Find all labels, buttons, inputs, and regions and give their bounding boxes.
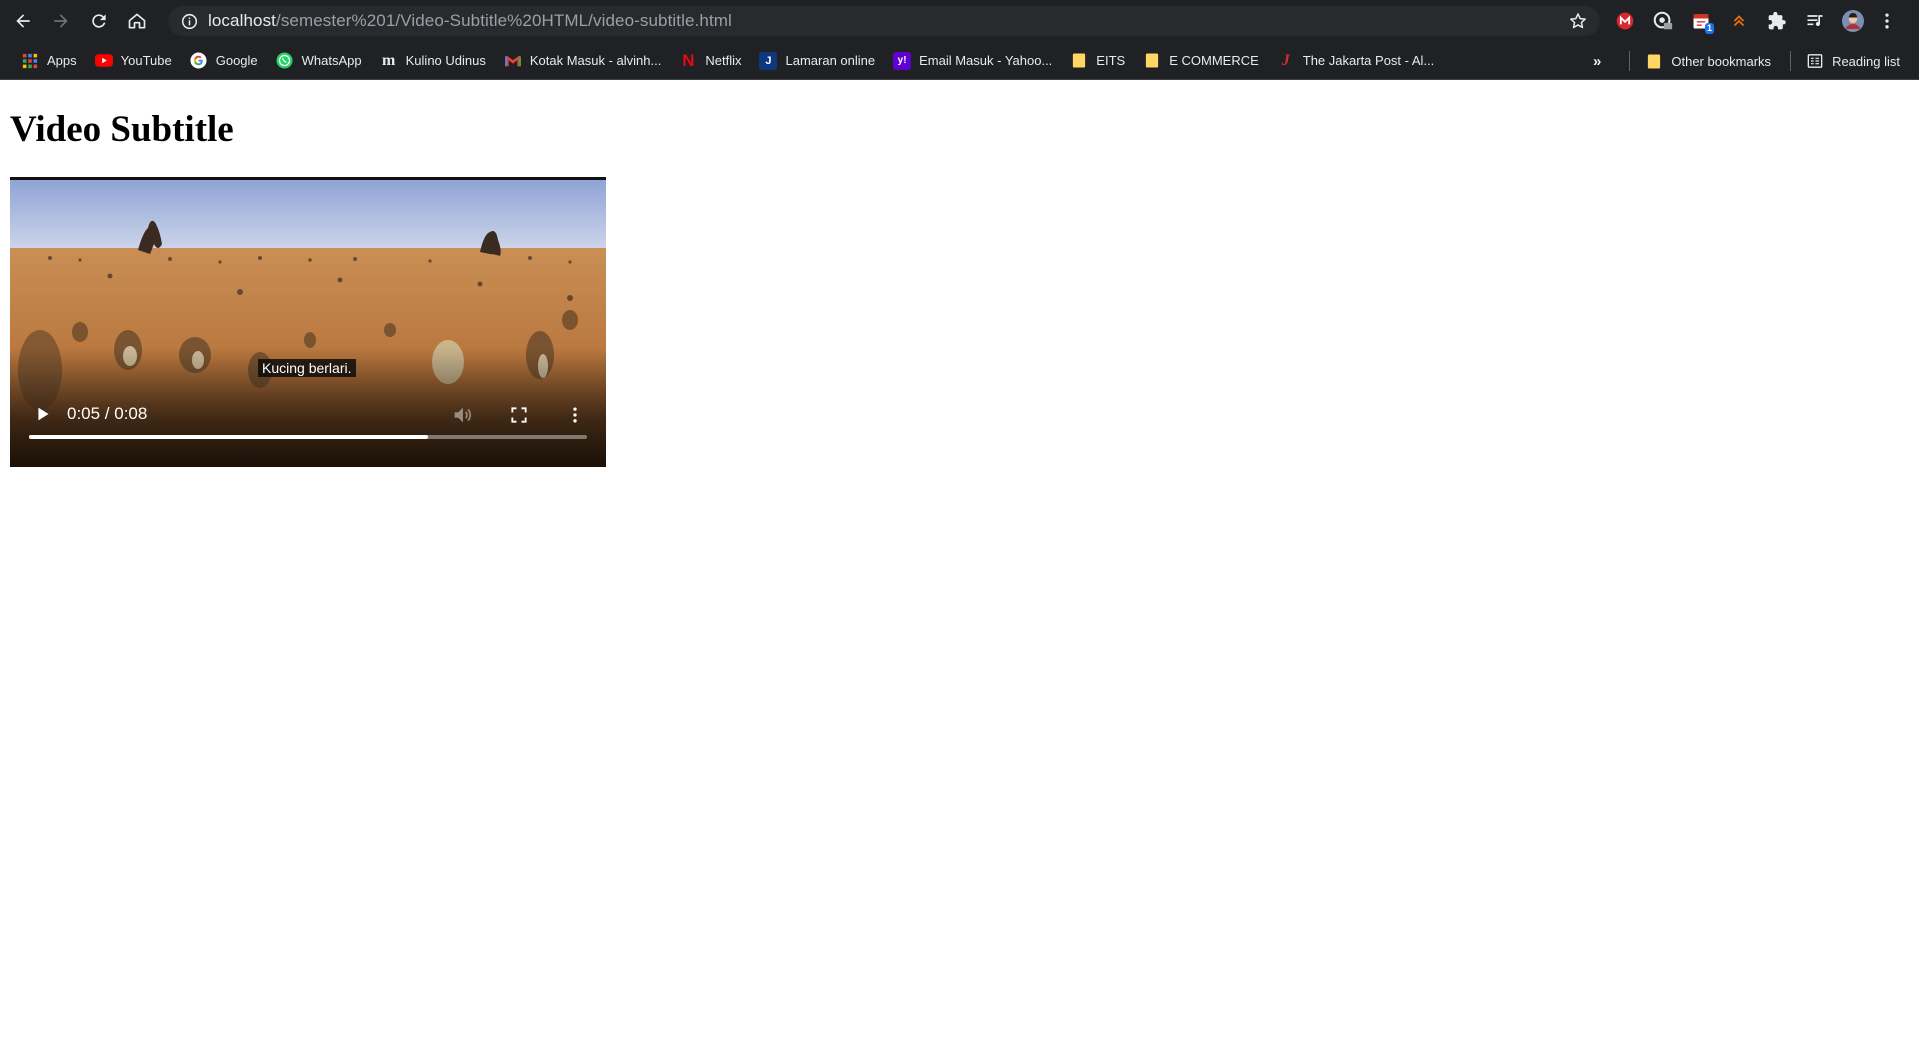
jakarta-post-icon: J xyxy=(1281,51,1290,69)
bookmark-lamaran[interactable]: J Lamaran online xyxy=(752,47,882,75)
mega-extension-icon[interactable] xyxy=(1610,6,1640,36)
bookmark-label: The Jakarta Post - Al... xyxy=(1302,53,1435,68)
page-title: Video Subtitle xyxy=(10,109,234,150)
bookmark-label: Email Masuk - Yahoo... xyxy=(919,53,1053,68)
media-controls-icon[interactable] xyxy=(1800,6,1830,36)
browser-toolbar: localhost/semester%201/Video-Subtitle%20… xyxy=(0,0,1919,42)
bookmark-star-icon[interactable] xyxy=(1568,11,1588,31)
url-host: localhost xyxy=(208,11,276,30)
youtube-icon xyxy=(94,52,113,70)
bookmarks-bar: Apps YouTube Google WhatsApp m Kulino Ud… xyxy=(0,42,1919,80)
other-bookmarks-label: Other bookmarks xyxy=(1671,53,1772,69)
home-icon xyxy=(128,13,146,29)
bookmark-label: Netflix xyxy=(705,53,742,68)
yahoo-icon: y! xyxy=(893,51,912,70)
google-icon xyxy=(190,52,208,70)
play-button[interactable] xyxy=(28,399,58,429)
forward-button[interactable] xyxy=(46,6,76,36)
video-options-button[interactable] xyxy=(563,401,587,429)
gmail-icon xyxy=(504,52,522,70)
other-bookmarks[interactable]: Other bookmarks xyxy=(1638,47,1778,75)
reading-list[interactable]: Reading list xyxy=(1799,47,1907,75)
video-progress-fill xyxy=(29,435,428,439)
bookmarks-right: » Other bookmarks Reading list xyxy=(1593,47,1911,75)
arrow-right-icon xyxy=(54,14,68,28)
whatsapp-icon xyxy=(276,52,294,70)
bookmark-label: WhatsApp xyxy=(301,53,362,68)
calendar-extension-icon[interactable]: 1 xyxy=(1686,6,1716,36)
reload-icon xyxy=(92,14,106,28)
video-progress-bar[interactable] xyxy=(29,435,587,439)
bookmark-kulino[interactable]: m Kulino Udinus xyxy=(373,47,493,75)
folder-icon xyxy=(1070,52,1088,70)
reading-list-icon xyxy=(1806,52,1824,70)
bookmark-label: Kulino Udinus xyxy=(405,53,486,68)
bookmark-gmail[interactable]: Kotak Masuk - alvinh... xyxy=(497,47,669,75)
bookmark-label: Lamaran online xyxy=(785,53,876,68)
time-display: 0:05 / 0:08 xyxy=(67,404,148,423)
home-button[interactable] xyxy=(122,6,152,36)
vpn-extension-icon[interactable] xyxy=(1648,6,1678,36)
netflix-icon: N xyxy=(682,50,695,70)
bookmark-label: Kotak Masuk - alvinh... xyxy=(529,53,662,68)
back-button[interactable] xyxy=(8,6,38,36)
folder-icon xyxy=(1645,52,1663,70)
kulino-icon: m xyxy=(381,51,396,69)
info-icon[interactable] xyxy=(180,12,198,30)
subtitle-caption: Kucing berlari. xyxy=(258,359,356,377)
profile-avatar[interactable] xyxy=(1838,6,1868,36)
calendar-badge: 1 xyxy=(1704,23,1714,34)
url-text[interactable]: localhost/semester%201/Video-Subtitle%20… xyxy=(208,11,732,31)
divider xyxy=(1790,51,1792,71)
divider xyxy=(1629,51,1631,71)
address-bar[interactable]: localhost/semester%201/Video-Subtitle%20… xyxy=(168,6,1600,36)
bookmark-youtube[interactable]: YouTube xyxy=(88,47,179,75)
bookmark-label: Apps xyxy=(47,53,77,68)
more-vert-icon xyxy=(1885,13,1889,29)
folder-icon xyxy=(1143,52,1161,70)
bookmark-label: Google xyxy=(215,53,258,68)
volume-icon xyxy=(454,407,472,423)
extensions-area: 1 xyxy=(1610,6,1906,36)
volume-button[interactable] xyxy=(447,401,477,429)
fullscreen-button[interactable] xyxy=(504,401,534,429)
bookmark-label: EITS xyxy=(1096,53,1126,68)
play-icon xyxy=(38,407,49,421)
url-path: /semester%201/Video-Subtitle%20HTML/vide… xyxy=(276,11,732,30)
bookmark-label: E COMMERCE xyxy=(1169,53,1259,68)
page-content: Video Subtitle Kucing berlari. 0:05 / 0:… xyxy=(0,81,1919,1038)
arrows-extension-icon[interactable] xyxy=(1724,6,1754,36)
bookmark-label: YouTube xyxy=(120,53,172,68)
jobstreet-icon: J xyxy=(759,51,778,70)
reading-list-label: Reading list xyxy=(1832,53,1900,69)
fullscreen-icon xyxy=(511,407,527,423)
bookmark-folder-ecommerce[interactable]: E COMMERCE xyxy=(1136,47,1266,75)
bookmark-yahoo[interactable]: y! Email Masuk - Yahoo... xyxy=(886,47,1059,75)
apps-grid-icon xyxy=(21,52,39,70)
bookmark-netflix[interactable]: N Netflix xyxy=(672,47,748,75)
bookmarks-overflow-button[interactable]: » xyxy=(1593,53,1601,70)
reload-button[interactable] xyxy=(84,6,114,36)
bookmark-apps[interactable]: Apps xyxy=(14,47,84,75)
bookmark-jakarta-post[interactable]: J The Jakarta Post - Al... xyxy=(1270,47,1442,75)
chrome-menu-button[interactable] xyxy=(1876,6,1898,36)
puzzle-extensions-icon[interactable] xyxy=(1762,6,1792,36)
arrow-left-icon xyxy=(16,14,30,28)
bookmark-google[interactable]: Google xyxy=(183,47,265,75)
bookmark-whatsapp[interactable]: WhatsApp xyxy=(269,47,369,75)
more-vert-icon xyxy=(573,407,577,423)
video-player[interactable]: Kucing berlari. 0:05 / 0:08 xyxy=(10,177,606,467)
bookmark-folder-eits[interactable]: EITS xyxy=(1063,47,1132,75)
